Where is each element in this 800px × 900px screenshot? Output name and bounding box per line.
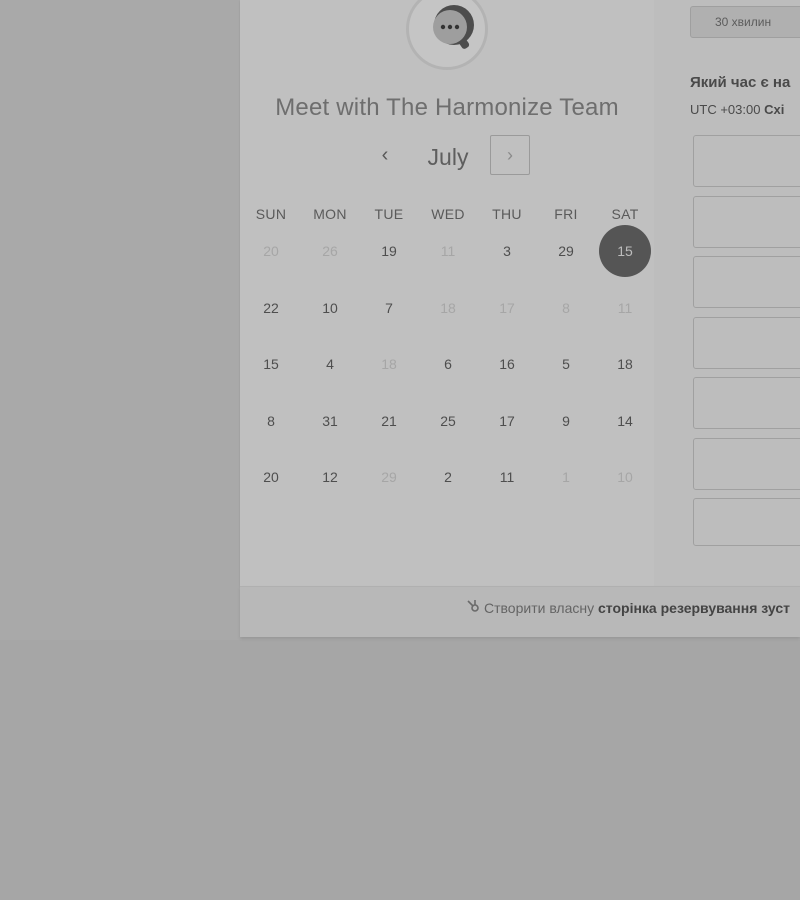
time-slot-button[interactable]	[693, 377, 800, 429]
calendar-day: 18	[440, 300, 456, 316]
hubspot-sprocket-icon	[466, 599, 480, 616]
calendar-day[interactable]: 8	[246, 408, 296, 434]
calendar-day[interactable]: 5	[541, 351, 591, 377]
calendar-day: 11	[440, 243, 456, 259]
calendar-day[interactable]: 16	[482, 351, 532, 377]
calendar-day[interactable]: 19	[364, 238, 414, 264]
selected-day[interactable]: 15	[599, 225, 651, 277]
month-label: July	[427, 144, 469, 170]
next-month-button[interactable]: ›	[490, 135, 530, 175]
calendar-panel	[240, 0, 654, 586]
calendar-day[interactable]: 2	[423, 464, 473, 490]
time-question-heading: Який час є на	[690, 74, 791, 91]
calendar-day[interactable]: 9	[541, 408, 591, 434]
time-slot-button[interactable]	[693, 196, 800, 248]
weekday-header: WED	[431, 206, 465, 222]
weekday-header: THU	[492, 206, 522, 222]
calendar-day: 26	[322, 243, 338, 259]
calendar-day: 1	[562, 469, 570, 485]
calendar-day: 20	[263, 243, 279, 259]
calendar-day[interactable]: 10	[305, 295, 355, 321]
calendar-day: 17	[499, 300, 515, 316]
calendar-day[interactable]: 25	[423, 408, 473, 434]
time-slot-button[interactable]	[693, 498, 800, 546]
chevron-left-icon[interactable]: ‹	[372, 140, 398, 170]
weekday-header: TUE	[374, 206, 404, 222]
calendar-day: 10	[617, 469, 633, 485]
calendar-day[interactable]: 3	[482, 238, 532, 264]
calendar-day[interactable]: 20	[246, 464, 296, 490]
calendar-day: 11	[617, 300, 633, 316]
calendar-day[interactable]: 12	[305, 464, 355, 490]
time-slot-button[interactable]	[693, 438, 800, 490]
calendar-day: 8	[562, 300, 570, 316]
weekday-header: FRI	[554, 206, 578, 222]
calendar-day: 29	[381, 469, 397, 485]
duration-tab[interactable]: 30 хвилин	[690, 6, 800, 38]
weekday-header: MON	[313, 206, 347, 222]
weekday-header: SUN	[255, 206, 287, 222]
time-slot-button[interactable]	[693, 256, 800, 308]
calendar-day[interactable]: 4	[305, 351, 355, 377]
calendar-day[interactable]: 21	[364, 408, 414, 434]
calendar-day[interactable]: 22	[246, 295, 296, 321]
calendar-day[interactable]: 11	[482, 464, 532, 490]
timezone-label[interactable]: UTC +03:00 Схі	[690, 102, 784, 117]
create-booking-page-link[interactable]: Створити власну сторінка резервування зу…	[466, 599, 790, 616]
time-slot-button[interactable]	[693, 135, 800, 187]
calendar-day[interactable]: 7	[364, 295, 414, 321]
calendar-day[interactable]: 31	[305, 408, 355, 434]
meeting-title: Meet with The Harmonize Team	[275, 94, 619, 121]
calendar-day[interactable]: 18	[600, 351, 650, 377]
calendar-day: 18	[381, 356, 397, 372]
calendar-day[interactable]: 17	[482, 408, 532, 434]
calendar-day[interactable]: 14	[600, 408, 650, 434]
weekday-header: SAT	[611, 206, 639, 222]
chat-bubble-avatar-icon	[406, 0, 488, 70]
calendar-day[interactable]: 29	[541, 238, 591, 264]
calendar-day[interactable]: 6	[423, 351, 473, 377]
time-slot-button[interactable]	[693, 317, 800, 369]
calendar-day[interactable]: 15	[246, 351, 296, 377]
chevron-right-icon: ›	[507, 145, 513, 165]
